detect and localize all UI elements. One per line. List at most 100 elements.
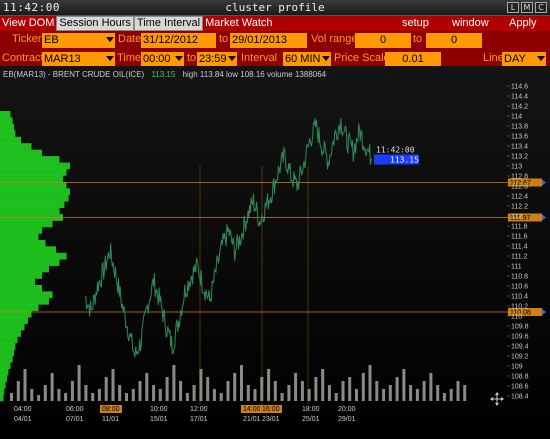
line-label: Line — [483, 52, 504, 64]
date-to-field[interactable]: 29/01/2013 — [230, 33, 307, 48]
volume-profile-bar — [0, 375, 7, 382]
y-tick-label: 114.2 — [511, 104, 528, 111]
chevron-down-icon — [106, 56, 114, 61]
y-tick-label: 112.8 — [511, 174, 528, 181]
time-from-select[interactable]: 00:00 — [141, 52, 184, 67]
x-date-label: 07/01 — [66, 416, 84, 423]
vol-to-field[interactable]: 0 — [426, 33, 482, 48]
volume-bar — [449, 389, 453, 401]
chevron-down-icon — [175, 56, 183, 61]
volume-profile-bar — [0, 201, 65, 208]
volume-bar — [361, 373, 365, 401]
volume-profile-bar — [0, 291, 53, 299]
volume-bar — [456, 381, 460, 401]
volume-bar — [246, 385, 250, 401]
volume-bar — [212, 389, 216, 401]
volume-bar — [57, 389, 61, 401]
window-menu[interactable]: window — [452, 16, 489, 31]
instrument-info: EB(MAR13) - BRENT CRUDE OIL(ICE) 113.15 … — [3, 70, 326, 79]
volume-profile-bar — [0, 285, 42, 292]
chevron-down-icon — [228, 56, 236, 61]
volume-profile-bar — [0, 252, 67, 260]
tab-view-dom[interactable]: View DOM — [0, 16, 56, 31]
volume-profile-bar — [0, 343, 16, 350]
volume-profile-bar — [0, 169, 67, 176]
volume-bar — [84, 385, 88, 401]
window-button-c[interactable]: C — [535, 2, 547, 13]
price-scale-field[interactable]: 0.01 — [385, 52, 441, 67]
y-tick-label: 109.2 — [511, 354, 529, 361]
volume-bar — [240, 365, 243, 401]
y-tick-label: 112.2 — [511, 204, 528, 211]
y-tick-label: 111.8 — [511, 224, 528, 231]
time-to-select[interactable]: 23:59 — [197, 52, 237, 67]
x-tick-label: 16:00 — [262, 406, 280, 413]
volume-profile-bar — [0, 239, 46, 247]
y-tick-label: 110.6 — [511, 284, 528, 291]
x-date-label: 25/01 — [302, 416, 320, 423]
vol-to-label: to — [413, 33, 423, 45]
vol-from-field[interactable]: 0 — [355, 33, 411, 48]
volume-profile-bar — [0, 188, 70, 196]
volume-profile-bar — [0, 336, 18, 344]
interval-select[interactable]: 60 MIN — [283, 52, 331, 67]
contract-label: Contract — [2, 52, 44, 64]
x-date-label: 17/01 — [190, 416, 208, 423]
x-tick-label: 18:00 — [302, 406, 320, 413]
last-price: 113.15 — [151, 70, 176, 79]
volume-bar — [409, 385, 413, 401]
volume-bar — [341, 381, 345, 401]
volume-profile-bar — [0, 368, 9, 376]
volume-profile-bar — [0, 123, 14, 131]
volume-value: volume 1388064 — [266, 70, 327, 79]
y-tick-label: 114.6 — [511, 84, 528, 91]
window-button-l[interactable]: L — [507, 2, 519, 13]
volume-bar — [314, 377, 318, 401]
x-tick-label: 20:00 — [338, 406, 356, 413]
x-tick-label: 10:00 — [150, 406, 168, 413]
volume-bar — [436, 385, 440, 401]
volume-bar — [16, 381, 20, 401]
line-select[interactable]: DAY — [502, 52, 546, 67]
volume-profile-bar — [0, 278, 35, 286]
y-tick-label: 109 — [511, 364, 523, 371]
y-tick-label: 113 — [511, 164, 522, 171]
x-tick-label: 08:00 — [102, 406, 120, 413]
y-tick-label: 113.8 — [511, 124, 528, 131]
y-tick-label: 111 — [511, 264, 522, 271]
volume-profile-bar — [0, 388, 5, 395]
y-tick-label: 109.8 — [511, 324, 529, 331]
volume-bar — [327, 385, 331, 401]
volume-profile-bar — [0, 156, 60, 163]
volume-profile-bar — [0, 297, 49, 305]
volume-bar — [165, 377, 169, 401]
y-tick-label: 111.4 — [511, 244, 528, 251]
volume-bar — [402, 369, 406, 401]
setup-menu[interactable]: setup — [402, 16, 429, 31]
ticker-select[interactable]: EB — [42, 33, 115, 48]
volume-bar — [422, 381, 426, 401]
volume-bar — [118, 385, 122, 401]
volume-bar — [10, 393, 13, 401]
tab-market-watch[interactable]: Market Watch — [203, 16, 274, 31]
last-price-time: 11:42:00 — [376, 146, 415, 155]
window-button-m[interactable]: M — [521, 2, 533, 13]
chart-canvas[interactable]: 112.67111.97110.08 114.6114.4114.2114113… — [0, 66, 550, 439]
apply-button[interactable]: Apply — [509, 16, 537, 31]
tab-session-hours[interactable]: Session Hours — [56, 16, 134, 31]
volume-bar — [206, 377, 210, 401]
volume-profile-bar — [0, 207, 60, 215]
volume-bar — [23, 369, 27, 401]
volume-bar — [253, 389, 257, 401]
cluster-profile-chart[interactable]: 112.67 111.97 110.08 114.6 114.4 114.2 114 113… — [0, 66, 550, 439]
volume-profile-bar — [0, 220, 53, 228]
tab-time-interval[interactable]: Time Interval — [133, 16, 204, 31]
date-from-field[interactable]: 31/12/2012 — [141, 33, 216, 48]
y-tick-label: 110.2 — [511, 304, 528, 311]
volume-bar — [97, 389, 101, 401]
volume-bar — [111, 369, 115, 401]
contract-select[interactable]: MAR13 — [42, 52, 115, 67]
volume-profile-bar — [0, 162, 70, 170]
x-date-label: 23/01 — [262, 416, 280, 423]
y-tick-label: 113.6 — [511, 134, 528, 141]
